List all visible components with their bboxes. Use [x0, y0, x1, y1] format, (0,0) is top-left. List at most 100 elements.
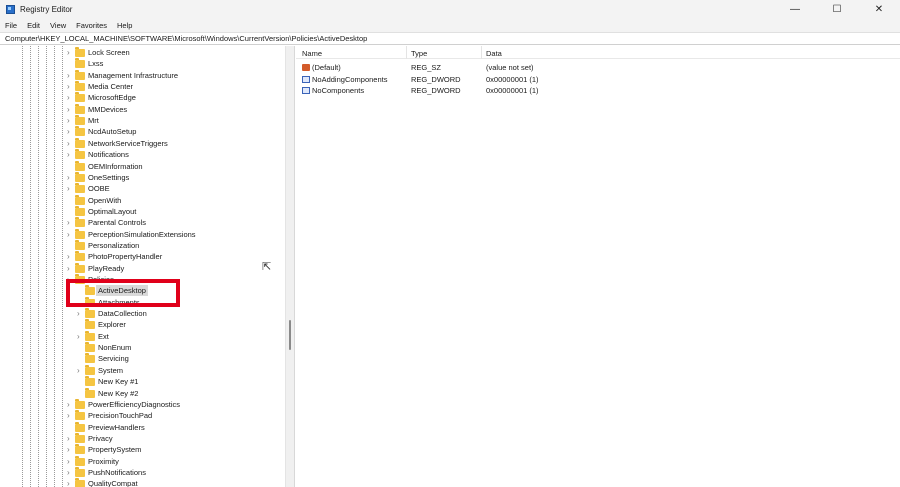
- tree-item-label: Privacy: [88, 433, 113, 443]
- tree-item[interactable]: › PowerEfficiencyDiagnostics: [0, 398, 285, 410]
- tree-item[interactable]: › QualityCompat: [0, 478, 285, 487]
- tree-item[interactable]: OptimalLayout: [0, 205, 285, 217]
- chevron-right-icon[interactable]: ›: [67, 115, 70, 126]
- chevron-right-icon[interactable]: ›: [67, 149, 70, 160]
- tree-item[interactable]: Servicing: [0, 353, 285, 364]
- tree-item[interactable]: › NetworkServiceTriggers: [0, 137, 285, 149]
- chevron-right-icon[interactable]: ›: [67, 172, 70, 183]
- address-bar[interactable]: Computer\HKEY_LOCAL_MACHINE\SOFTWARE\Mic…: [0, 32, 900, 45]
- tree-item[interactable]: › Lock Screen: [0, 47, 285, 58]
- chevron-right-icon[interactable]: ›: [67, 251, 70, 262]
- tree-item[interactable]: › PropertySystem: [0, 444, 285, 455]
- chevron-right-icon[interactable]: ›: [77, 308, 80, 319]
- chevron-right-icon[interactable]: ›: [67, 47, 70, 58]
- tree-item[interactable]: New Key #2: [0, 387, 285, 399]
- tree-item[interactable]: Personalization: [0, 239, 285, 251]
- tree-item[interactable]: PreviewHandlers: [0, 421, 285, 433]
- tree-item[interactable]: › DataCollection: [0, 308, 285, 319]
- folder-icon: [75, 228, 85, 239]
- maximize-button[interactable]: ☐: [816, 0, 858, 19]
- chevron-right-icon[interactable]: ›: [77, 365, 80, 376]
- tree-item[interactable]: Lxss: [0, 58, 285, 69]
- column-divider[interactable]: [481, 46, 482, 59]
- tree-item-label: New Key #1: [98, 377, 139, 387]
- column-divider[interactable]: [406, 46, 407, 59]
- menu-favorites[interactable]: Favorites: [76, 21, 107, 30]
- column-name[interactable]: Name: [302, 49, 322, 58]
- tree-item[interactable]: › System: [0, 364, 285, 376]
- folder-icon: [85, 364, 95, 375]
- tree-item[interactable]: › Media Center: [0, 81, 285, 92]
- menu-view[interactable]: View: [50, 21, 66, 30]
- chevron-right-icon[interactable]: ›: [67, 92, 70, 103]
- menu-file[interactable]: File: [5, 21, 17, 30]
- tree-item[interactable]: › OneSettings: [0, 171, 285, 183]
- chevron-right-icon[interactable]: ›: [67, 433, 70, 444]
- tree-item-label: Explorer: [98, 320, 126, 330]
- tree-item[interactable]: › PerceptionSimulationExtensions: [0, 228, 285, 240]
- registry-editor-icon: [6, 5, 15, 14]
- menu-help[interactable]: Help: [117, 21, 132, 30]
- folder-icon: [75, 251, 85, 262]
- tree-item-label: PlayReady: [88, 263, 125, 273]
- folder-icon: [75, 171, 85, 182]
- chevron-right-icon[interactable]: ›: [77, 331, 80, 342]
- key-tree[interactable]: › Lock Screen Lxss › Management Infrastructu…: [0, 46, 285, 487]
- tree-item[interactable]: › MMDevices: [0, 103, 285, 115]
- folder-icon: [85, 387, 95, 398]
- minimize-button[interactable]: —: [774, 0, 816, 19]
- value-data: 0x00000001 (1): [486, 74, 539, 84]
- menu-edit[interactable]: Edit: [27, 21, 40, 30]
- value-row[interactable]: (Default) REG_SZ (value not set): [296, 62, 900, 73]
- folder-icon: [85, 353, 95, 364]
- column-data[interactable]: Data: [486, 49, 502, 58]
- tree-scrollbar-thumb[interactable]: [289, 320, 291, 350]
- chevron-right-icon[interactable]: ›: [67, 138, 70, 149]
- tree-item[interactable]: › NcdAutoSetup: [0, 126, 285, 137]
- chevron-right-icon[interactable]: ›: [67, 229, 70, 240]
- tree-item[interactable]: › Proximity: [0, 455, 285, 467]
- chevron-right-icon[interactable]: ›: [67, 70, 70, 81]
- tree-item[interactable]: › Management Infrastructure: [0, 69, 285, 81]
- chevron-right-icon[interactable]: ›: [67, 456, 70, 467]
- tree-item[interactable]: › MicrosoftEdge: [0, 92, 285, 103]
- chevron-right-icon[interactable]: ›: [67, 399, 70, 410]
- chevron-right-icon[interactable]: ›: [67, 467, 70, 478]
- tree-item[interactable]: › PhotoPropertyHandler: [0, 251, 285, 262]
- column-type[interactable]: Type: [411, 49, 427, 58]
- tree-item[interactable]: OpenWith: [0, 194, 285, 206]
- tree-item[interactable]: › PlayReady: [0, 262, 285, 274]
- chevron-right-icon[interactable]: ›: [67, 478, 70, 487]
- chevron-right-icon[interactable]: ›: [67, 81, 70, 92]
- tree-item[interactable]: › Notifications: [0, 149, 285, 160]
- tree-item[interactable]: › Parental Controls: [0, 217, 285, 228]
- value-row[interactable]: NoComponents REG_DWORD 0x00000001 (1): [296, 85, 900, 96]
- folder-icon: [75, 81, 85, 92]
- chevron-right-icon[interactable]: ›: [67, 263, 70, 274]
- tree-item[interactable]: › OOBE: [0, 183, 285, 194]
- value-type: REG_DWORD: [411, 74, 461, 84]
- binary-value-icon: [302, 87, 310, 94]
- chevron-right-icon[interactable]: ›: [67, 104, 70, 115]
- tree-item[interactable]: › PushNotifications: [0, 466, 285, 478]
- tree-item[interactable]: NonEnum: [0, 342, 285, 353]
- chevron-right-icon[interactable]: ›: [67, 444, 70, 455]
- tree-item-label: Lxss: [88, 59, 104, 69]
- tree-item-label: PhotoPropertyHandler: [88, 252, 163, 262]
- chevron-right-icon[interactable]: ›: [67, 126, 70, 137]
- tree-item[interactable]: › PrecisionTouchPad: [0, 410, 285, 421]
- value-data: 0x00000001 (1): [486, 86, 539, 95]
- chevron-right-icon[interactable]: ›: [67, 410, 70, 421]
- string-value-icon: [302, 64, 310, 71]
- tree-item[interactable]: › Mrt: [0, 115, 285, 126]
- tree-item[interactable]: OEMInformation: [0, 160, 285, 172]
- chevron-right-icon[interactable]: ›: [67, 217, 70, 228]
- pane-splitter[interactable]: [285, 46, 295, 487]
- close-button[interactable]: ✕: [858, 0, 900, 19]
- tree-item[interactable]: Explorer: [0, 319, 285, 330]
- tree-item[interactable]: › Privacy: [0, 432, 285, 444]
- tree-item[interactable]: › Ext: [0, 330, 285, 342]
- chevron-right-icon[interactable]: ›: [67, 183, 70, 194]
- tree-item[interactable]: New Key #1: [0, 376, 285, 387]
- value-row[interactable]: NoAddingComponents REG_DWORD 0x00000001 …: [296, 74, 900, 85]
